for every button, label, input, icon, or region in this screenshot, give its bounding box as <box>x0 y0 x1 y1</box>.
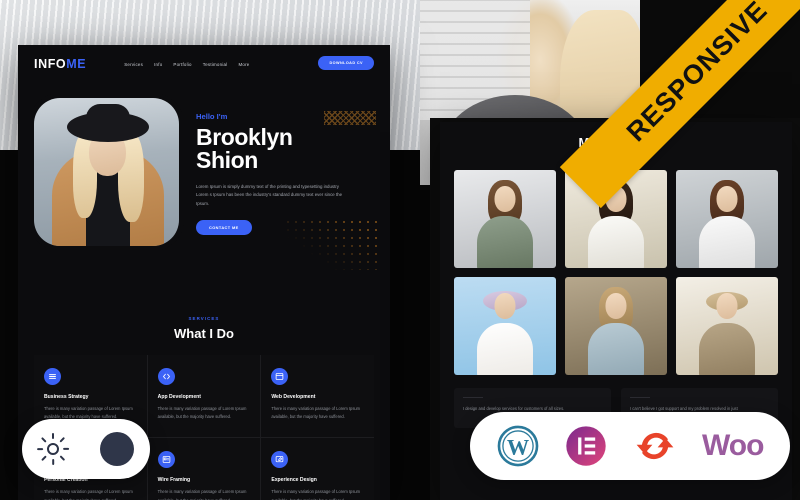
sun-icon[interactable] <box>37 433 70 465</box>
theme-toggle-pill[interactable] <box>22 419 150 479</box>
service-desc: There is many variation passage of Lorem… <box>271 489 361 500</box>
moon-icon[interactable] <box>100 432 134 466</box>
service-title: Experience Design <box>271 477 317 484</box>
testimonial-divider <box>463 396 483 399</box>
service-card-wire-framing[interactable]: Wire Framing There is many variation pas… <box>147 438 261 500</box>
service-title: Web Development <box>271 394 316 400</box>
testimonial-divider <box>630 396 650 399</box>
portfolio-item[interactable] <box>676 169 778 268</box>
contact-me-button[interactable]: CONTACT ME <box>196 219 252 235</box>
hero-section: Hello I'm Brooklyn Shion Lorem Ipsum is … <box>18 83 390 298</box>
hero-name-line-1: Brooklyn <box>196 124 293 150</box>
service-desc: There is many variation passage of Lorem… <box>157 489 247 500</box>
nav-item-info[interactable]: Info <box>154 62 162 67</box>
services-eyebrow: SERVICES <box>188 316 220 321</box>
hero-paragraph: Lorem Ipsum is simply dummy text of the … <box>196 183 343 207</box>
download-cv-button[interactable]: DOWNLOAD CV <box>318 56 374 70</box>
main-nav: Services Info Portfolio Testimonial More <box>124 62 249 67</box>
hero-name-line-2: Shion <box>196 147 258 174</box>
service-title: Business Strategy <box>44 394 89 400</box>
logo-text-accent: ME <box>66 57 87 71</box>
wireframe-icon <box>157 451 175 469</box>
pen-screen-icon <box>271 451 289 469</box>
service-desc: There is many variation passage of Lorem… <box>157 406 247 420</box>
nav-item-portfolio[interactable]: Portfolio <box>173 62 191 67</box>
bars-icon <box>44 368 61 385</box>
service-title: App Development <box>157 394 201 400</box>
nav-item-more[interactable]: More <box>238 62 249 67</box>
sync-logo <box>634 425 676 467</box>
svg-text:W: W <box>506 435 528 460</box>
service-card-app-development[interactable]: App Development There is many variation … <box>147 355 261 438</box>
nav-item-services[interactable]: Services <box>124 62 143 67</box>
hero-greeting: Hello I'm <box>196 112 228 121</box>
site-logo[interactable]: INFOME <box>34 57 86 71</box>
logo-text-primary: INFO <box>34 57 67 71</box>
wordpress-logo: W <box>497 425 539 467</box>
portfolio-item[interactable] <box>565 276 667 375</box>
elementor-logo <box>565 425 607 467</box>
service-title: Wire Framing <box>157 477 191 484</box>
browser-icon <box>271 368 289 385</box>
code-icon <box>157 368 175 385</box>
tech-badges-pill: W Woo <box>470 412 790 480</box>
hero-text-block: Hello I'm Brooklyn Shion Lorem Ipsum is … <box>196 98 346 298</box>
hero-portrait-photo <box>34 98 179 246</box>
service-card-experience-design[interactable]: Experience Design There is many variatio… <box>261 438 374 500</box>
site-header: INFOME Services Info Portfolio Testimoni… <box>18 45 390 83</box>
service-desc: There is many variation passage of Lorem… <box>271 406 361 420</box>
services-title: What I Do <box>174 326 234 341</box>
portfolio-item[interactable] <box>454 169 556 268</box>
portfolio-item[interactable] <box>454 276 556 375</box>
woocommerce-logo: Woo <box>702 429 764 462</box>
service-desc: There is many variation passage of Lorem… <box>44 489 133 500</box>
portfolio-item[interactable] <box>676 276 778 375</box>
nav-item-testimonial[interactable]: Testimonial <box>203 62 228 67</box>
service-card-web-development[interactable]: Web Development There is many variation … <box>261 355 374 438</box>
